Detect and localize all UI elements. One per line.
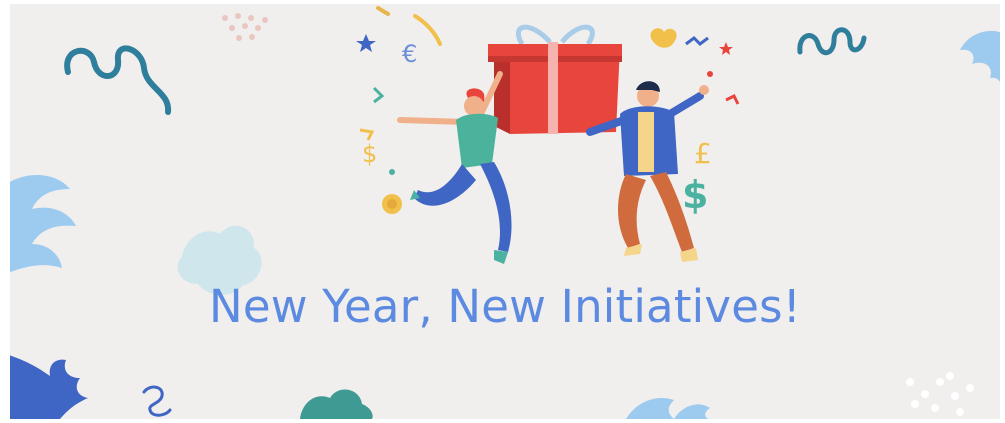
dot-pattern-top-icon (222, 13, 268, 41)
leaf-bottom-center-icon (626, 398, 710, 419)
pound-symbol-icon: £ (694, 137, 712, 170)
leaf-top-right-icon (960, 30, 1000, 96)
leaf-bottom-left-icon (10, 355, 88, 419)
star-right-icon (719, 42, 733, 55)
blob-bottom-center-icon (300, 389, 373, 419)
star-left-icon (356, 34, 376, 52)
banner-illustration (10, 6, 1000, 419)
dollar-symbol-small-icon: $ (362, 140, 378, 168)
leaf-left-icon (10, 174, 76, 273)
banner-headline: New Year, New Initiatives! (209, 280, 801, 333)
squiggle-top-right-icon (797, 27, 867, 56)
squiggle-top-left-icon (64, 45, 172, 115)
apple-icon (650, 28, 677, 48)
dollar-symbol-large-icon: $ (682, 173, 709, 217)
dot-pattern-bottom-right-icon (906, 372, 974, 416)
gift-box-icon (488, 24, 622, 134)
promo-banner: € £ $ $ New Year, New Initiatives! (10, 4, 1000, 419)
curl-bottom-left-icon (142, 385, 172, 417)
euro-symbol-icon: € (402, 40, 418, 68)
